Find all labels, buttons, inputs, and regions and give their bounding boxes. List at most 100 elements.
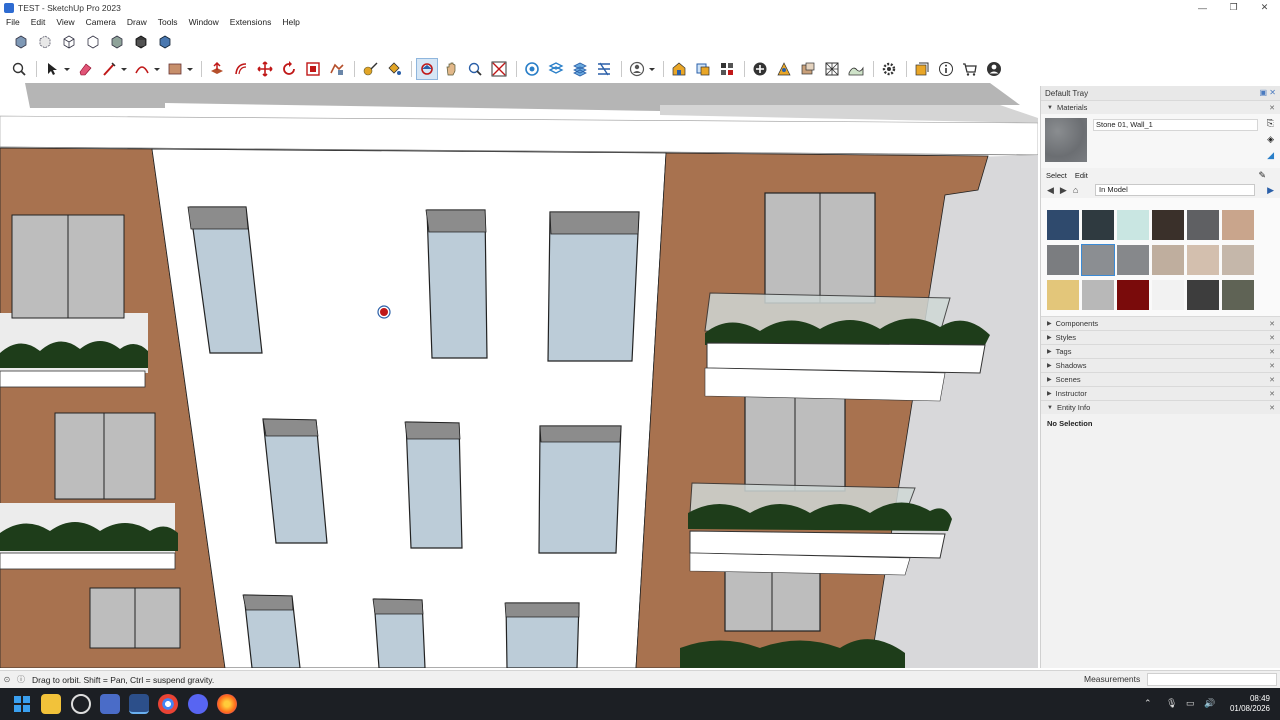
geo-location-icon[interactable]: ⊙ xyxy=(0,673,14,687)
offset-icon[interactable] xyxy=(230,58,252,80)
discord-icon[interactable] xyxy=(188,694,208,714)
menu-window[interactable]: Window xyxy=(186,17,222,27)
forward-arrow-icon[interactable]: ▶ xyxy=(1060,185,1067,196)
menu-help[interactable]: Help xyxy=(279,17,302,27)
material-swatch[interactable] xyxy=(1082,210,1114,240)
windows-start-icon[interactable] xyxy=(12,694,32,714)
back-arrow-icon[interactable]: ◀ xyxy=(1047,185,1054,196)
orbit-icon[interactable] xyxy=(416,58,438,80)
instructor-section-header[interactable]: ▶ Instructor ✕ xyxy=(1041,386,1280,400)
material-swatch[interactable] xyxy=(1152,245,1184,275)
shadows-section-header[interactable]: ▶ Shadows ✕ xyxy=(1041,358,1280,372)
material-swatch[interactable] xyxy=(1117,245,1149,275)
display-sections-icon[interactable] xyxy=(545,58,567,80)
warehouse-icon[interactable] xyxy=(668,58,690,80)
instructor-info-icon[interactable]: ⓘ xyxy=(14,673,28,687)
pan-icon[interactable] xyxy=(440,58,462,80)
library-select[interactable]: In Model xyxy=(1095,184,1255,196)
material-swatch[interactable] xyxy=(1082,280,1114,310)
account-dropdown-icon[interactable] xyxy=(647,58,657,80)
scale-icon[interactable] xyxy=(302,58,324,80)
materials-section-header[interactable]: ▼ Materials ✕ xyxy=(1041,100,1280,114)
measurements-input[interactable] xyxy=(1147,673,1277,686)
menu-view[interactable]: View xyxy=(53,17,77,27)
tab-edit[interactable]: Edit xyxy=(1075,171,1088,180)
display-secondary-icon[interactable]: ◢ xyxy=(1267,150,1274,161)
clock[interactable]: 08:49 01/08/2026 xyxy=(1230,694,1270,714)
menu-tools[interactable]: Tools xyxy=(155,17,181,27)
minimize-button[interactable]: — xyxy=(1187,0,1218,15)
sketchup-taskbar-icon[interactable] xyxy=(129,694,149,714)
volume-icon[interactable]: 🔊 xyxy=(1204,698,1215,709)
components-section-header[interactable]: ▶ Components ✕ xyxy=(1041,316,1280,330)
file-explorer-icon[interactable] xyxy=(41,694,61,714)
settings-icon[interactable] xyxy=(71,694,91,714)
zoom-extents-icon[interactable] xyxy=(488,58,510,80)
arc-dropdown-icon[interactable] xyxy=(152,58,162,80)
microphone-icon[interactable]: 🎙 xyxy=(1166,698,1177,709)
rectangle-dropdown-icon[interactable] xyxy=(185,58,195,80)
generate-report-icon[interactable] xyxy=(911,58,933,80)
menu-edit[interactable]: Edit xyxy=(28,17,49,27)
network-icon[interactable]: ▭ xyxy=(1186,698,1195,709)
rectangle-icon[interactable] xyxy=(164,58,186,80)
menu-draw[interactable]: Draw xyxy=(124,17,150,27)
extension-manager-icon[interactable] xyxy=(878,58,900,80)
tray-pin-icon[interactable]: ▣ ✕ xyxy=(1260,88,1276,97)
current-material-swatch[interactable] xyxy=(1045,118,1087,162)
material-swatch[interactable] xyxy=(1187,210,1219,240)
material-swatch[interactable] xyxy=(1187,245,1219,275)
section-fill-icon[interactable] xyxy=(593,58,615,80)
material-swatch[interactable] xyxy=(1222,245,1254,275)
firefox-icon[interactable] xyxy=(217,694,237,714)
material-swatch[interactable] xyxy=(1047,210,1079,240)
photo-texture-icon[interactable] xyxy=(773,58,795,80)
shaded-textures-icon[interactable] xyxy=(130,31,152,53)
material-swatch[interactable] xyxy=(1047,245,1079,275)
material-swatch[interactable] xyxy=(1222,210,1254,240)
info-icon[interactable] xyxy=(935,58,957,80)
menu-file[interactable]: File xyxy=(3,17,23,27)
hidden-line-icon[interactable] xyxy=(82,31,104,53)
model-viewport[interactable] xyxy=(0,83,1038,668)
default-material-icon[interactable]: ◈ xyxy=(1267,134,1274,145)
match-photo-icon[interactable] xyxy=(797,58,819,80)
monochrome-icon[interactable] xyxy=(154,31,176,53)
account-icon[interactable] xyxy=(626,58,648,80)
material-swatch[interactable] xyxy=(1222,280,1254,310)
section-cuts-icon[interactable] xyxy=(569,58,591,80)
follow-me-icon[interactable] xyxy=(326,58,348,80)
section-close-icon[interactable]: ✕ xyxy=(1269,104,1275,112)
extension-warehouse-icon[interactable] xyxy=(716,58,738,80)
store-icon[interactable] xyxy=(959,58,981,80)
eraser-icon[interactable] xyxy=(74,58,96,80)
material-name-field[interactable]: Stone 01, Wall_1 xyxy=(1093,119,1258,131)
material-swatch[interactable] xyxy=(1187,280,1219,310)
xray-icon[interactable] xyxy=(10,31,32,53)
shaded-icon[interactable] xyxy=(106,31,128,53)
menu-extensions[interactable]: Extensions xyxy=(227,17,275,27)
back-edges-icon[interactable] xyxy=(34,31,56,53)
material-swatch[interactable] xyxy=(1117,210,1149,240)
line-icon[interactable] xyxy=(98,58,120,80)
details-arrow-icon[interactable]: ▶ xyxy=(1267,185,1274,196)
material-swatch[interactable] xyxy=(1081,244,1115,276)
select-icon[interactable] xyxy=(41,58,63,80)
chrome-icon[interactable] xyxy=(158,694,178,714)
material-swatch[interactable] xyxy=(1152,280,1184,310)
section-plane-icon[interactable] xyxy=(521,58,543,80)
paint-bucket-icon[interactable] xyxy=(383,58,405,80)
sandbox-icon[interactable] xyxy=(845,58,867,80)
zoom-window-icon[interactable] xyxy=(464,58,486,80)
tape-measure-icon[interactable] xyxy=(359,58,381,80)
wireframe-icon[interactable] xyxy=(58,31,80,53)
solid-tools-icon[interactable] xyxy=(821,58,843,80)
app-icon-blue[interactable] xyxy=(100,694,120,714)
maximize-button[interactable]: ❐ xyxy=(1218,0,1249,15)
tags-section-header[interactable]: ▶ Tags ✕ xyxy=(1041,344,1280,358)
move-icon[interactable] xyxy=(254,58,276,80)
material-swatch[interactable] xyxy=(1117,280,1149,310)
line-dropdown-icon[interactable] xyxy=(119,58,129,80)
arc-icon[interactable] xyxy=(131,58,153,80)
rotate-icon[interactable] xyxy=(278,58,300,80)
